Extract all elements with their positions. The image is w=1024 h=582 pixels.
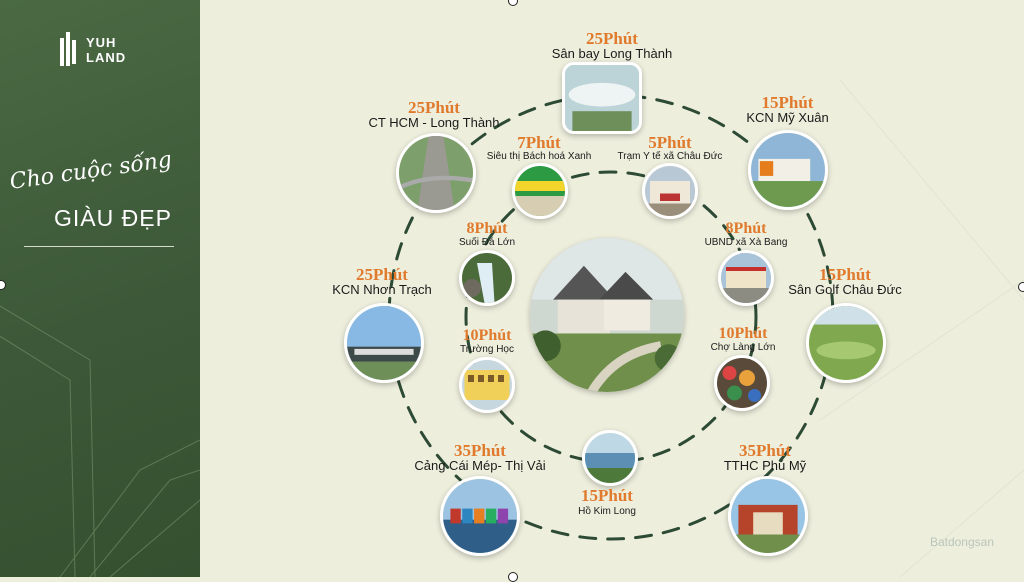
dest-name: Suối Đá Lớn (458, 237, 516, 248)
dest-time: 15Phút (581, 486, 633, 505)
tthc-phu-my-image (728, 476, 808, 556)
dest-golf: 15Phút Sân Golf Châu Đức (770, 266, 920, 298)
dest-time: 25Phút (356, 265, 408, 284)
dest-time: 7Phút (517, 133, 561, 152)
dest-time: 15Phút (761, 93, 814, 112)
dest-name: Chợ Làng Lớn (710, 342, 776, 353)
dest-time: 35Phút (454, 441, 506, 460)
cang-cai-mep-image (440, 476, 520, 556)
dest-name: CT HCM - Long Thành (368, 115, 500, 130)
dest-name: TTHC Phú Mỹ (723, 458, 807, 473)
dest-time: 25Phút (586, 29, 638, 48)
brand-logo: YUH LAND (58, 32, 126, 68)
dest-cang-cai-mep: 35Phút Cảng Cái Mép- Thị Vải (390, 442, 570, 474)
dest-time: 15Phút (819, 265, 871, 284)
tagline-caps: GIÀU ĐẸP (54, 205, 172, 231)
brand-line1: YUH (86, 35, 117, 50)
dest-ho-kim-long: 15Phút Hồ Kim Long (552, 487, 662, 518)
dest-tthc-phu-my: 35Phút TTHC Phú Mỹ (700, 442, 830, 474)
dest-time: 10Phút (462, 327, 512, 344)
connectivity-map: 25Phút Sân bay Long Thành 15Phút KCN Mỹ … (200, 0, 1024, 577)
dest-name: Trạm Y tế xã Châu Đức (617, 151, 723, 162)
dest-name: Sân bay Long Thành (551, 46, 673, 61)
dest-kcn-nhon-trach: 25Phút KCN Nhơn Trạch (312, 266, 452, 298)
dest-ct-hcm: 25Phút CT HCM - Long Thành (340, 99, 528, 131)
bach-hoa-xanh-image (512, 163, 568, 219)
dest-suoi-da-lon: 8Phút Suối Đá Lớn (438, 221, 536, 249)
airport-image (562, 62, 642, 134)
ubnd-image (718, 250, 774, 306)
dest-time: 8Phút (466, 220, 508, 237)
dest-san-bay: 25Phút Sân bay Long Thành (512, 30, 712, 62)
watermark: Batdongsan (929, 535, 994, 549)
dest-ubnd: 8Phút UBND xã Xà Bang (676, 221, 816, 249)
dest-cho-lang-lon: 10Phút Chợ Làng Lớn (688, 326, 798, 354)
dest-name: KCN Mỹ Xuân (746, 110, 829, 125)
dest-truong-hoc: 10Phút Trường Học (438, 328, 536, 356)
dest-time: 35Phút (739, 441, 791, 460)
kcn-nhon-trach-image (344, 303, 424, 383)
tram-y-te-image (642, 163, 698, 219)
golf-image (806, 303, 886, 383)
dest-name: UBND xã Xà Bang (704, 237, 788, 248)
sidebar-panel: YUH LAND Cho cuộc sống GIÀU ĐẸP (0, 0, 200, 577)
logo-icon (60, 32, 76, 66)
center-house-image (530, 238, 684, 392)
dest-name: Hồ Kim Long (578, 506, 636, 517)
handle-dot (508, 572, 518, 582)
dest-kcn-my-xuan: 15Phút KCN Mỹ Xuân (700, 94, 875, 126)
dest-name: KCN Nhơn Trạch (332, 282, 432, 297)
dest-name: Trường Học (459, 344, 514, 355)
truong-hoc-image (459, 357, 515, 413)
dest-tram-y-te: 5Phút Trạm Y tế xã Châu Đức (595, 134, 745, 163)
tagline-divider (24, 246, 174, 247)
brand-line2: LAND (86, 50, 127, 65)
dest-time: 5Phút (648, 133, 692, 152)
dest-time: 25Phút (408, 98, 460, 117)
cho-lang-lon-image (714, 355, 770, 411)
dest-name: Cảng Cái Mép- Thị Vải (414, 458, 546, 473)
highway-image (396, 133, 476, 213)
kcn-my-xuan-image (748, 130, 828, 210)
ho-kim-long-image (582, 430, 638, 486)
dest-name: Sân Golf Châu Đức (788, 282, 902, 297)
dest-bach-hoa-xanh: 7Phút Siêu thị Bách hoá Xanh (470, 134, 608, 163)
decorative-lines (0, 305, 200, 577)
dest-name: Siêu thị Bách hoá Xanh (486, 151, 592, 162)
dest-time: 8Phút (725, 220, 767, 237)
suoi-da-lon-image (459, 250, 515, 306)
dest-time: 10Phút (718, 325, 768, 342)
handle-dot (1018, 282, 1024, 292)
